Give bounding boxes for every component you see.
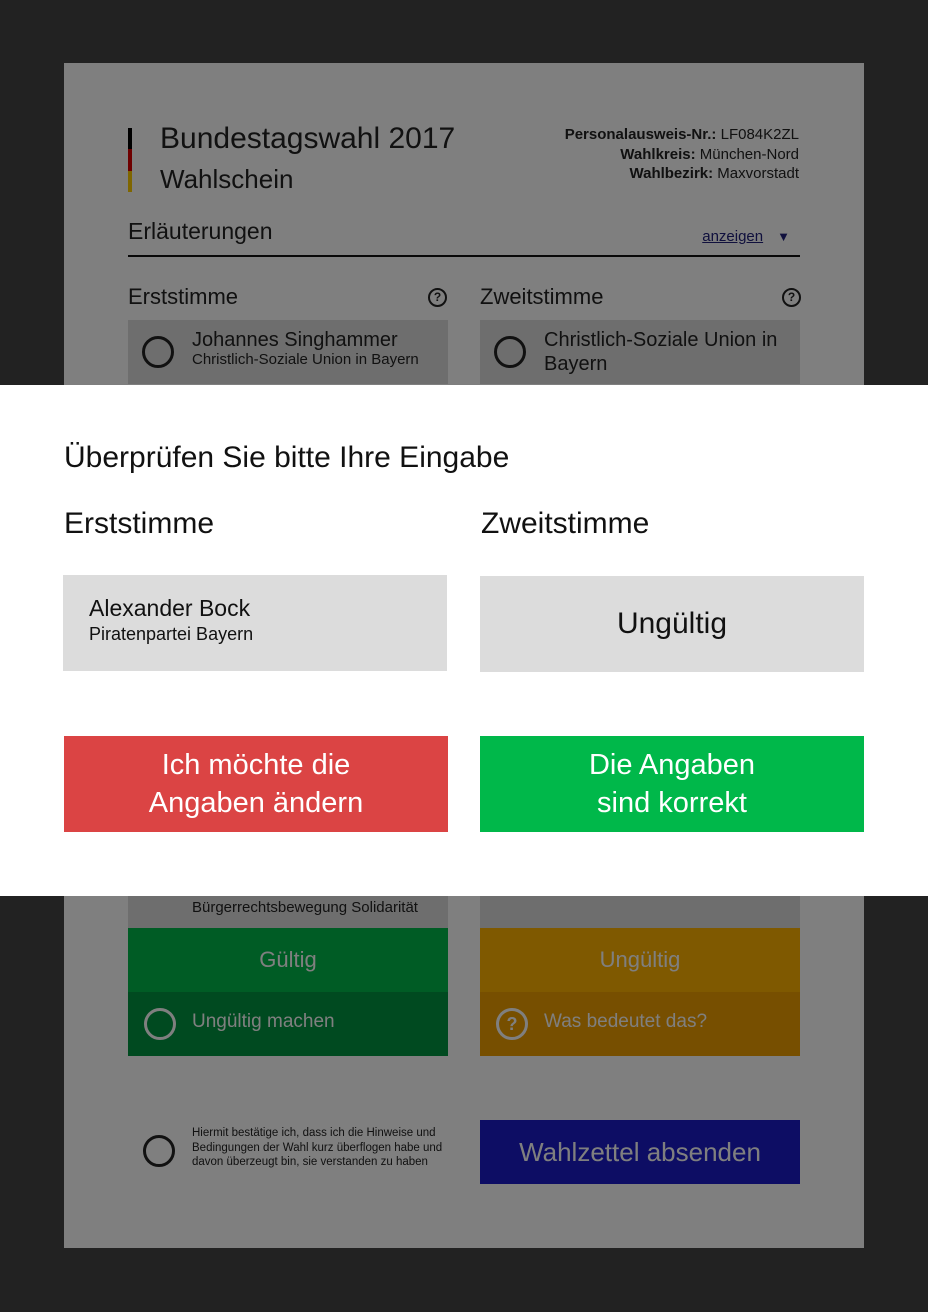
review-dialog: Überprüfen Sie bitte Ihre Eingabe Erstst… — [0, 385, 928, 896]
chosen-candidate-party: Piratenpartei Bayern — [89, 624, 254, 644]
second-vote-value: Ungültig — [616, 607, 728, 640]
confirm-button-line1: Die Angaben — [588, 749, 756, 781]
second-vote-summary: Ungültig — [480, 576, 864, 672]
confirm-button-line2: sind korrekt — [597, 787, 747, 819]
first-vote-heading: Erststimme — [64, 507, 214, 540]
confirm-correct-button[interactable]: Die Angaben sind korrekt — [480, 736, 864, 832]
change-button-line1: Ich möchte die — [161, 749, 351, 781]
chosen-candidate-name: Alexander Bock — [89, 595, 251, 621]
dialog-title: Überprüfen Sie bitte Ihre Eingabe — [64, 441, 510, 474]
change-button-line2: Angaben ändern — [148, 787, 364, 819]
second-vote-heading: Zweitstimme — [481, 507, 650, 540]
change-input-button[interactable]: Ich möchte die Angaben ändern — [64, 736, 448, 832]
first-vote-summary: Alexander Bock Piratenpartei Bayern — [63, 575, 447, 671]
